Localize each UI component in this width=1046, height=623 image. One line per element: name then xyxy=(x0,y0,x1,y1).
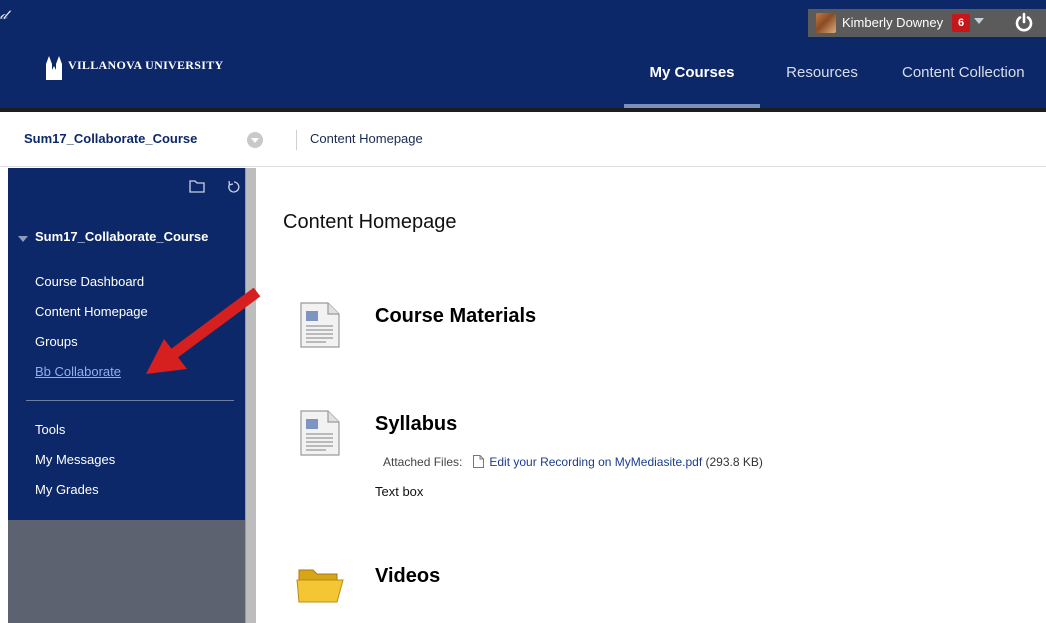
folder-view-icon[interactable] xyxy=(189,180,205,193)
item-title-videos[interactable]: Videos xyxy=(375,565,440,588)
breadcrumb-course[interactable]: Sum17_Collaborate_Course xyxy=(24,131,197,146)
collapse-caret-icon[interactable] xyxy=(18,236,28,242)
item-body-text: Text box xyxy=(375,484,424,499)
user-menu[interactable]: Kimberly Downey 6 xyxy=(808,9,1046,37)
university-name: VILLANOVA UNIVERSITY xyxy=(68,58,224,72)
menu-resize-handle[interactable] xyxy=(245,168,256,623)
chevron-down-icon[interactable] xyxy=(247,132,263,148)
user-name: Kimberly Downey xyxy=(842,15,944,30)
menu-item-content-homepage[interactable]: Content Homepage xyxy=(35,304,148,319)
attached-files-label: Attached Files: xyxy=(383,455,463,469)
utility-bar: 𝒹 Kimberly Downey 6 xyxy=(0,0,1046,38)
page-title: Content Homepage xyxy=(283,211,457,233)
folder-icon xyxy=(296,569,344,603)
tab-my-courses[interactable]: My Courses xyxy=(624,52,760,108)
top-header: 𝒹 Kimberly Downey 6 VILLANOVA UNIVERSITY xyxy=(0,0,1046,108)
menu-item-bb-collaborate[interactable]: Bb Collaborate xyxy=(35,364,121,379)
document-icon xyxy=(300,302,340,348)
document-icon xyxy=(300,410,340,456)
item-title-syllabus[interactable]: Syllabus xyxy=(375,413,457,436)
file-icon xyxy=(473,455,485,468)
item-title-course-materials[interactable]: Course Materials xyxy=(375,305,536,328)
content-area: Content Homepage Course Materials Syllab… xyxy=(260,168,1046,623)
menu-course-title[interactable]: Sum17_Collaborate_Course xyxy=(35,230,235,244)
menu-item-my-grades[interactable]: My Grades xyxy=(35,482,99,497)
attached-file-link[interactable]: Edit your Recording on MyMediasite.pdf xyxy=(489,455,702,469)
menu-empty-area xyxy=(8,520,245,623)
menu-item-course-dashboard[interactable]: Course Dashboard xyxy=(35,274,144,289)
blackboard-page: 𝒹 Kimberly Downey 6 VILLANOVA UNIVERSITY xyxy=(0,0,1046,623)
notification-badge[interactable]: 6 xyxy=(952,14,970,32)
menu-tools xyxy=(189,180,240,193)
refresh-icon[interactable] xyxy=(228,180,240,193)
tab-resources[interactable]: Resources xyxy=(780,52,864,108)
university-logo[interactable]: VILLANOVA UNIVERSITY xyxy=(44,52,264,82)
breadcrumb: Sum17_Collaborate_Course Content Homepag… xyxy=(0,112,1046,167)
chevron-down-icon[interactable] xyxy=(974,18,984,24)
menu-item-my-messages[interactable]: My Messages xyxy=(35,452,115,467)
utility-glyph: 𝒹 xyxy=(0,6,8,22)
menu-divider xyxy=(26,400,234,401)
menu-item-tools[interactable]: Tools xyxy=(35,422,65,437)
power-icon[interactable] xyxy=(1012,11,1036,35)
breadcrumb-current-page: Content Homepage xyxy=(310,131,423,146)
avatar xyxy=(816,13,836,33)
attached-file-size: (293.8 KB) xyxy=(705,455,763,469)
menu-item-groups[interactable]: Groups xyxy=(35,334,78,349)
church-spires-icon xyxy=(46,56,62,80)
tab-content-collection[interactable]: Content Collection xyxy=(902,52,1042,108)
utility-left: 𝒹 xyxy=(0,0,8,38)
course-menu-panel: Sum17_Collaborate_Course Course Dashboar… xyxy=(0,168,260,623)
breadcrumb-separator xyxy=(296,130,297,150)
attached-files: Attached Files: Edit your Recording on My… xyxy=(383,455,763,469)
course-menu: Sum17_Collaborate_Course Course Dashboar… xyxy=(8,168,245,520)
